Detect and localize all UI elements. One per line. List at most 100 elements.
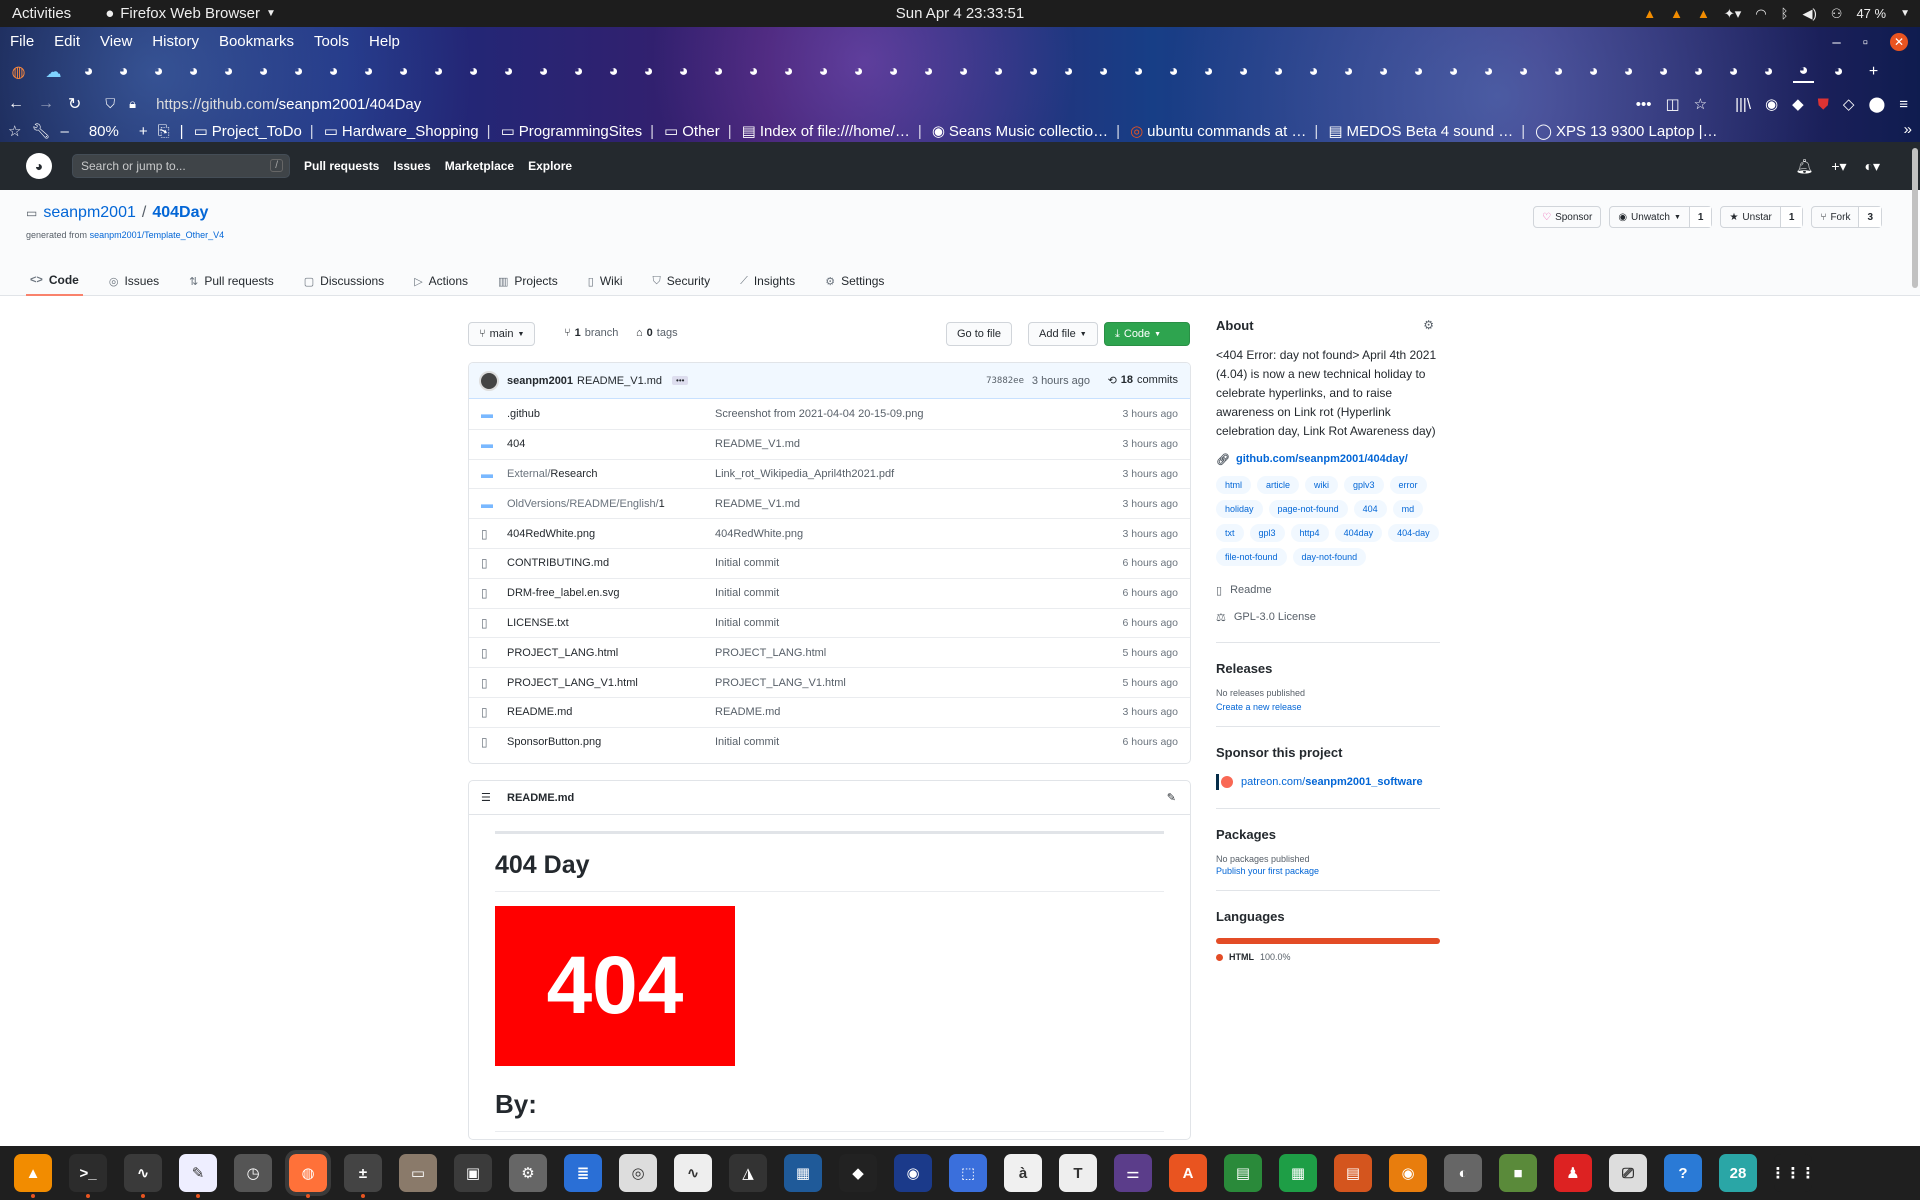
topic-tag[interactable]: gplv3 [1344, 476, 1384, 494]
github-tab-icon[interactable]: ◕ [883, 62, 904, 83]
tweaks-icon[interactable]: ⚌ [1114, 1154, 1152, 1192]
zoom-level[interactable]: 80% [89, 123, 119, 140]
topic-tag[interactable]: page-not-found [1268, 500, 1348, 518]
github-tab-icon[interactable]: ◕ [1478, 62, 1499, 83]
maximize-icon[interactable]: ▫ [1863, 34, 1868, 51]
mario-icon[interactable]: ♟ [1554, 1154, 1592, 1192]
wifi-icon[interactable]: ◠ [1755, 6, 1766, 22]
watch-count[interactable]: 1 [1688, 207, 1712, 227]
menu-bookmarks[interactable]: Bookmarks [219, 33, 294, 50]
calendar-28-icon[interactable]: 28 [1719, 1154, 1757, 1192]
table-row[interactable]: ▯ PROJECT_LANG_V1.html PROJECT_LANG_V1.htm… [469, 667, 1190, 697]
nav-explore[interactable]: Explore [528, 159, 572, 173]
file-commit-message[interactable]: PROJECT_LANG.html [715, 647, 826, 659]
github-tab-icon[interactable]: ◕ [1583, 62, 1604, 83]
library-icon[interactable]: |||\ [1735, 96, 1751, 113]
table-row[interactable]: ▯ PROJECT_LANG.html PROJECT_LANG.html 5 hou… [469, 637, 1190, 667]
more-icon[interactable]: ••• [1636, 96, 1652, 113]
table-row[interactable]: ▯ LICENSE.txt Initial commit 6 hours ago [469, 607, 1190, 638]
bell-icon[interactable]: 🔔︎ [1796, 158, 1814, 175]
cloud-tab-icon[interactable]: ☁ [43, 62, 64, 83]
file-commit-message[interactable]: PROJECT_LANG_V1.html [715, 677, 846, 689]
releases-title[interactable]: Releases [1216, 661, 1440, 676]
topic-tag[interactable]: gpl3 [1249, 524, 1285, 542]
pencil-icon[interactable]: ✎ [1167, 791, 1176, 804]
lock-icon[interactable]: 🔒︎ [129, 96, 136, 112]
volume-icon[interactable]: ◀) [1802, 6, 1816, 22]
file-commit-message[interactable]: Link_rot_Wikipedia_April4th2021.pdf [715, 468, 894, 480]
github-tab-icon[interactable]: ◕ [1408, 62, 1429, 83]
file-commit-message[interactable]: Screenshot from 2021-04-04 20-15-09.png [715, 408, 924, 420]
topic-tag[interactable]: 404-day [1388, 524, 1439, 542]
firefox-tab-icon[interactable]: ◍ [8, 62, 29, 83]
file-name-link[interactable]: .github [507, 408, 540, 420]
nav-pull-requests[interactable]: Pull requests [304, 159, 379, 173]
create-new-icon[interactable]: +▾ [1831, 158, 1846, 175]
gear-icon[interactable]: ⚙ [1423, 318, 1434, 332]
bookmark-item[interactable]: ▤ MEDOS Beta 4 sound … | [1328, 122, 1525, 141]
calc-icon[interactable]: ▦ [1279, 1154, 1317, 1192]
settings-icon[interactable]: ⚙ [509, 1154, 547, 1192]
vlc-tray-icon-2[interactable]: ▲ [1670, 6, 1683, 21]
vlc-tray-icon-3[interactable]: ▲ [1697, 6, 1710, 21]
star-count[interactable]: 1 [1779, 207, 1803, 227]
github-tab-icon[interactable]: ◕ [148, 62, 169, 83]
commit-sha[interactable]: 73882ee [986, 376, 1024, 386]
homepage-link[interactable]: 🔗︎ github.com/seanpm2001/404day/ [1216, 453, 1440, 466]
file-commit-message[interactable]: README.md [715, 706, 780, 718]
github-tab-icon[interactable]: ◕ [743, 62, 764, 83]
github-tab-icon[interactable]: ◕ [183, 62, 204, 83]
tab-code[interactable]: <> Code [26, 266, 83, 296]
code-button[interactable]: ⤓ Code ▼ [1104, 322, 1190, 346]
menu-file[interactable]: File [10, 33, 34, 50]
tags-link[interactable]: ⌂ 0 tags [636, 327, 678, 339]
github-tab-icon[interactable]: ◕ [218, 62, 239, 83]
github-tab-icon[interactable]: ◕ [498, 62, 519, 83]
commit-message[interactable]: README_V1.md [577, 375, 662, 387]
minimize-icon[interactable]: – [1832, 34, 1840, 51]
file-name-link[interactable]: PROJECT_LANG_V1.html [507, 677, 638, 689]
github-tab-icon[interactable]: ◕ [1443, 62, 1464, 83]
github-tab-icon[interactable]: ◕ [253, 62, 274, 83]
vlc-tray-icon[interactable]: ▲ [1643, 6, 1656, 21]
table-row[interactable]: ▬ 404 README_V1.md 3 hours ago [469, 428, 1190, 459]
table-row[interactable]: ▯ CONTRIBUTING.md Initial commit 6 hours ag… [469, 547, 1190, 578]
bookmark-star-icon[interactable]: ☆ [8, 122, 21, 140]
bookmark-item[interactable]: ▭ Hardware_Shopping | [324, 122, 491, 141]
bookmark-item[interactable]: ▭ ProgrammingSites | [501, 122, 654, 141]
topic-tag[interactable]: error [1389, 476, 1427, 494]
github-tab-icon[interactable]: ◕ [1058, 62, 1079, 83]
github-tab-icon[interactable]: ◕ [463, 62, 484, 83]
table-row[interactable]: ▬ OldVersions/README/English/1 README_V1.m… [469, 488, 1190, 518]
file-name-link[interactable]: External/Research [507, 468, 598, 480]
minecraft-launcher-icon[interactable]: ▣ [454, 1154, 492, 1192]
activities-button[interactable]: Activities [12, 5, 71, 22]
github-tab-icon[interactable]: ◕ [813, 62, 834, 83]
clock-icon[interactable]: ◷ [234, 1154, 272, 1192]
tab-pull-requests[interactable]: ⇅ Pull requests [185, 266, 278, 296]
clock[interactable]: Sun Apr 4 23:33:51 [0, 5, 1920, 22]
wrench-icon[interactable]: 🔧︎ [31, 122, 50, 140]
github-tab-icon[interactable]: ◕ [1723, 62, 1744, 83]
github-tab-icon[interactable]: ◕ [288, 62, 309, 83]
tab-settings[interactable]: ⚙ Settings [821, 266, 888, 296]
table-row[interactable]: ▯ SponsorButton.png Initial commit 6 hours … [469, 726, 1190, 757]
github-logo-icon[interactable]: ◕ [26, 153, 52, 179]
typora-icon[interactable]: T [1059, 1154, 1097, 1192]
overflow-chevron-icon[interactable]: » [1904, 121, 1912, 138]
url-bar[interactable]: https://github.com/seanpm2001/404Day [156, 96, 421, 113]
tab-actions[interactable]: ▷ Actions [410, 266, 472, 296]
gimp2-icon[interactable]: ◐ [1444, 1154, 1482, 1192]
github-tab-icon[interactable]: ◕ [1198, 62, 1219, 83]
bluetooth-icon[interactable]: ᛒ [1781, 6, 1789, 21]
file-commit-message[interactable]: Initial commit [715, 587, 779, 599]
commit-author[interactable]: seanpm2001 [507, 375, 573, 387]
github-tab-icon[interactable]: ◕ [673, 62, 694, 83]
menu-edit[interactable]: Edit [54, 33, 80, 50]
screenshot-icon[interactable]: ⎘ [158, 123, 170, 140]
file-commit-message[interactable]: README_V1.md [715, 438, 800, 450]
virtualbox-icon[interactable]: ▦ [784, 1154, 822, 1192]
github-tab-icon[interactable]: ◕ [78, 62, 99, 83]
branches-link[interactable]: ⑂ 1 branch [564, 327, 618, 339]
topic-tag[interactable]: txt [1216, 524, 1244, 542]
